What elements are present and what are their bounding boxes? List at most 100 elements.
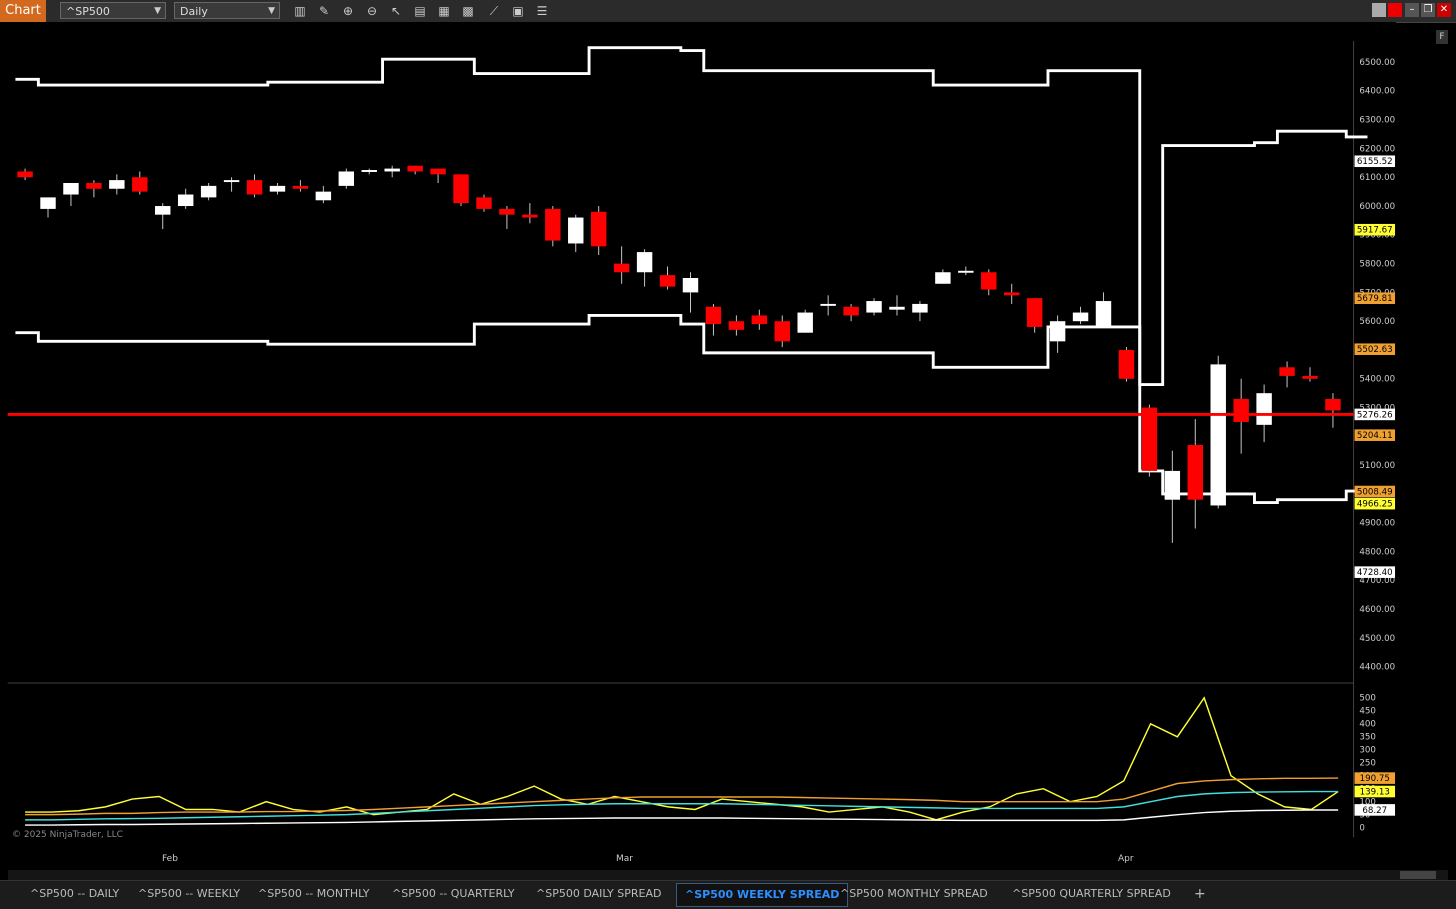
- x-axis-label-mar: Mar: [616, 854, 633, 864]
- candle-body: [1049, 321, 1066, 342]
- price-axis: 6500.00 6400.00 6300.00 6200.00 6100.00 6000.…: [1354, 58, 1395, 673]
- price-tick-label: 5100.00: [1359, 461, 1395, 471]
- candle-body: [17, 171, 33, 178]
- price-tick-label: 6300.00: [1359, 116, 1395, 126]
- price-tag-label: 5204.11: [1357, 431, 1393, 441]
- scrollbar-thumb[interactable]: [1400, 871, 1436, 879]
- tab-sp500-monthly[interactable]: ^SP500 -- MONTHLY: [250, 883, 378, 905]
- tab-sp500-weekly[interactable]: ^SP500 -- WEEKLY: [130, 883, 248, 905]
- chart-window-label[interactable]: Chart: [0, 0, 46, 22]
- candle-body: [1026, 298, 1043, 327]
- candle-body: [545, 208, 561, 241]
- candle-body: [935, 272, 951, 284]
- candle-body: [1279, 367, 1295, 376]
- candle-body: [499, 208, 515, 215]
- candles-layer: [17, 165, 1341, 543]
- x-axis-label-apr: Apr: [1118, 854, 1134, 864]
- candle-body: [1210, 364, 1226, 506]
- candle-body: [476, 197, 492, 209]
- price-tick-label: 4600.00: [1359, 605, 1395, 615]
- price-tag-label: 5679.81: [1357, 294, 1393, 304]
- candle-body: [86, 182, 102, 189]
- indicator-tick-label: 500: [1359, 694, 1376, 704]
- menu-icon[interactable]: ☰: [534, 3, 550, 19]
- candle-body: [177, 194, 194, 207]
- tab-sp500-daily[interactable]: ^SP500 -- DAILY: [22, 883, 127, 905]
- candle-body: [1164, 470, 1181, 500]
- price-tick-label: 6400.00: [1359, 87, 1395, 97]
- minimize-icon[interactable]: –: [1405, 3, 1419, 17]
- indicators-icon[interactable]: ▩: [460, 3, 476, 19]
- pointer-icon[interactable]: ↖: [388, 3, 404, 19]
- add-tab-button[interactable]: +: [1186, 883, 1214, 905]
- price-tick-label: 4400.00: [1359, 663, 1395, 673]
- candle-body: [1095, 301, 1112, 327]
- zoom-in-icon[interactable]: ⊕: [340, 3, 356, 19]
- bands-layer: [15, 46, 1368, 505]
- link-icon[interactable]: [1372, 3, 1386, 17]
- instrument-selector-value: ^SP500: [66, 5, 110, 18]
- candle-body: [797, 312, 813, 333]
- candle-body: [522, 214, 538, 218]
- candle-body: [1325, 398, 1341, 411]
- indicator-tag-label: 190.75: [1360, 774, 1390, 784]
- price-tick-label: 5600.00: [1359, 317, 1395, 327]
- indicator-tick-label: 350: [1359, 733, 1376, 743]
- candle-body: [269, 185, 286, 192]
- copyright-text: © 2025 NinjaTrader, LLC: [12, 830, 123, 840]
- price-tick-label: 6100.00: [1359, 173, 1395, 183]
- candle-body: [774, 321, 790, 342]
- horizontal-scrollbar[interactable]: [8, 870, 1448, 880]
- price-chart[interactable]: 6500.00 6400.00 6300.00 6200.00 6100.00 6000.…: [0, 22, 1396, 862]
- candle-body: [155, 206, 171, 215]
- candle-body: [430, 168, 446, 175]
- candle-body: [1233, 398, 1249, 422]
- tab-sp500-quarterly[interactable]: ^SP500 -- QUARTERLY: [384, 883, 523, 905]
- strategies-icon[interactable]: ⟋: [486, 3, 502, 19]
- tab-sp500-quarterly-spread[interactable]: ^SP500 QUARTERLY SPREAD: [1004, 883, 1179, 905]
- candle-body: [682, 278, 699, 293]
- maximize-icon[interactable]: ❐: [1421, 3, 1435, 17]
- close-icon[interactable]: ✕: [1437, 3, 1451, 17]
- candle-body: [912, 303, 928, 313]
- drawing-tool-icon[interactable]: ✎: [316, 3, 332, 19]
- zoom-out-icon[interactable]: ⊖: [364, 3, 380, 19]
- candle-body: [1004, 292, 1020, 296]
- candle-body: [246, 180, 263, 195]
- candle-body: [866, 301, 882, 313]
- candle-body: [1302, 375, 1318, 379]
- candle-body: [200, 185, 217, 198]
- price-tick-label: 6000.00: [1359, 202, 1395, 212]
- x-axis-label-feb: Feb: [162, 854, 178, 864]
- price-tag-label: 5502.63: [1357, 345, 1393, 355]
- price-tag-label: 6155.52: [1357, 157, 1393, 167]
- interval-selector[interactable]: Daily ▼: [174, 2, 280, 19]
- indicator-tick-label: 450: [1359, 707, 1376, 717]
- data-box-icon[interactable]: ▤: [412, 3, 428, 19]
- indicator-tick-label: 0: [1359, 824, 1365, 834]
- candle-body: [292, 185, 309, 189]
- band-line: [15, 46, 1368, 386]
- price-tag-label: 5917.67: [1357, 226, 1393, 236]
- tab-sp500-weekly-spread[interactable]: ^SP500 WEEKLY SPREAD: [676, 883, 849, 907]
- price-tick-label: 6500.00: [1359, 58, 1395, 68]
- price-tag-label: 4966.25: [1357, 500, 1393, 510]
- candle-body: [1256, 393, 1272, 425]
- price-tick-label: 6200.00: [1359, 144, 1395, 154]
- candle-body: [132, 177, 148, 192]
- candle-body: [843, 306, 859, 316]
- color-link-icon[interactable]: [1388, 3, 1402, 17]
- tab-sp500-monthly-spread[interactable]: ^SP500 MONTHLY SPREAD: [832, 883, 996, 905]
- indicator-series-line: [25, 790, 1339, 821]
- candle-body: [751, 315, 768, 325]
- properties-icon[interactable]: ▣: [510, 3, 526, 19]
- instrument-selector[interactable]: ^SP500 ▼: [60, 2, 166, 19]
- candle-body: [1141, 407, 1158, 471]
- candle-body: [63, 182, 79, 195]
- tab-sp500-daily-spread[interactable]: ^SP500 DAILY SPREAD: [528, 883, 669, 905]
- candle-body: [958, 270, 974, 273]
- bar-type-icon[interactable]: ▥: [292, 3, 308, 19]
- candle-body: [981, 272, 997, 290]
- f-button[interactable]: F: [1436, 30, 1448, 44]
- templates-icon[interactable]: ▦: [436, 3, 452, 19]
